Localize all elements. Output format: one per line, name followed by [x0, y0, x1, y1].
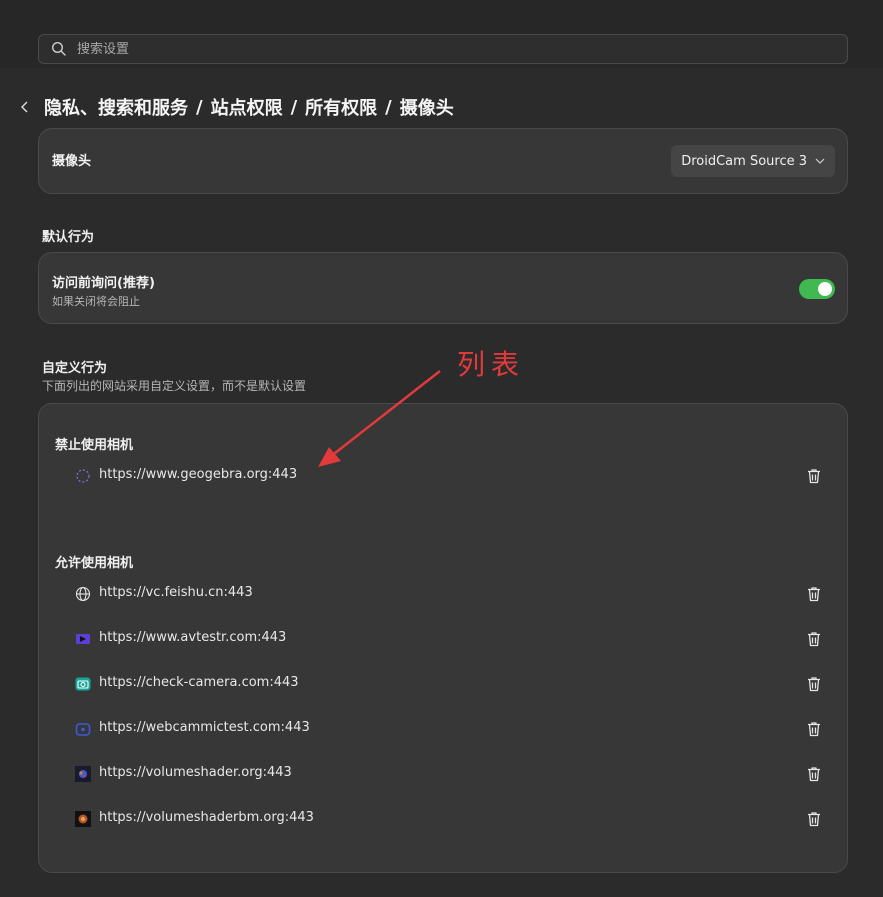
globe-icon: [75, 586, 91, 602]
trash-icon[interactable]: [805, 810, 823, 828]
avtestr-favicon: [76, 634, 90, 644]
back-button[interactable]: [16, 98, 34, 116]
breadcrumb-item-privacy[interactable]: 隐私、搜索和服务: [44, 94, 188, 120]
site-url: https://www.geogebra.org:443: [99, 467, 298, 482]
trash-icon[interactable]: [805, 585, 823, 603]
toggle-knob: [818, 282, 832, 296]
volumeshader-favicon: [75, 766, 91, 782]
site-row[interactable]: https://volumeshader.org:443: [39, 759, 847, 789]
search-input[interactable]: [75, 40, 847, 58]
camera-favicon: [75, 677, 91, 691]
breadcrumb-separator: /: [290, 96, 298, 118]
chevron-down-icon: [815, 158, 825, 164]
custom-behavior-heading: 自定义行为: [42, 361, 108, 376]
trash-icon[interactable]: [805, 765, 823, 783]
breadcrumb-separator: /: [196, 96, 203, 118]
site-row[interactable]: https://www.avtestr.com:443: [39, 624, 847, 654]
camera-device-dropdown[interactable]: DroidCam Source 3: [671, 145, 835, 177]
allowed-group-title: 允许使用相机: [55, 556, 134, 571]
site-url: https://volumeshader.org:443: [99, 765, 292, 780]
site-url: https://vc.feishu.cn:443: [99, 585, 253, 600]
site-url: https://webcammictest.com:443: [99, 720, 310, 735]
top-bar: [0, 0, 883, 68]
site-row[interactable]: https://www.geogebra.org:443: [39, 461, 847, 491]
site-row[interactable]: https://vc.feishu.cn:443: [39, 579, 847, 609]
default-behavior-heading: 默认行为: [42, 230, 95, 245]
site-url: https://volumeshaderbm.org:443: [99, 810, 314, 825]
annotation-label: 列表: [457, 348, 526, 381]
ask-before-access-label: 访问前询问(推荐): [52, 276, 155, 291]
trash-icon[interactable]: [805, 630, 823, 648]
site-row[interactable]: https://webcammictest.com:443: [39, 714, 847, 744]
custom-behavior-description: 下面列出的网站采用自定义设置，而不是默认设置: [42, 379, 307, 393]
search-icon: [51, 41, 66, 56]
trash-icon[interactable]: [805, 675, 823, 693]
search-box[interactable]: [38, 34, 848, 64]
site-row[interactable]: https://check-camera.com:443: [39, 669, 847, 699]
breadcrumb-item-all-permissions[interactable]: 所有权限: [305, 94, 377, 120]
ask-before-access-toggle[interactable]: [799, 279, 835, 299]
site-url: https://www.avtestr.com:443: [99, 630, 287, 645]
breadcrumb-item-site-permissions[interactable]: 站点权限: [211, 94, 283, 120]
volumeshaderbm-favicon: [75, 811, 91, 827]
default-behavior-card: 访问前询问(推荐) 如果关闭将会阻止: [38, 252, 848, 324]
camera-device-card: 摄像头 DroidCam Source 3: [38, 128, 848, 194]
site-row[interactable]: https://volumeshaderbm.org:443: [39, 804, 847, 834]
ask-before-access-description: 如果关闭将会阻止: [52, 295, 140, 308]
page-title: 摄像头: [399, 98, 454, 119]
site-url: https://check-camera.com:443: [99, 675, 299, 690]
webcam-favicon: [75, 723, 91, 736]
loading-spinner-icon: [76, 469, 90, 483]
camera-label: 摄像头: [52, 154, 92, 169]
trash-icon[interactable]: [805, 720, 823, 738]
custom-sites-card: 禁止使用相机 https://www.geogebra.org:443 允许使用…: [38, 403, 848, 873]
trash-icon[interactable]: [805, 467, 823, 485]
chevron-left-icon: [21, 101, 28, 113]
breadcrumb: 隐私、搜索和服务 / 站点权限 / 所有权限 / 摄像头: [16, 92, 454, 122]
camera-device-value: DroidCam Source 3: [681, 153, 807, 169]
breadcrumb-separator: /: [385, 96, 392, 118]
blocked-group-title: 禁止使用相机: [55, 438, 134, 453]
